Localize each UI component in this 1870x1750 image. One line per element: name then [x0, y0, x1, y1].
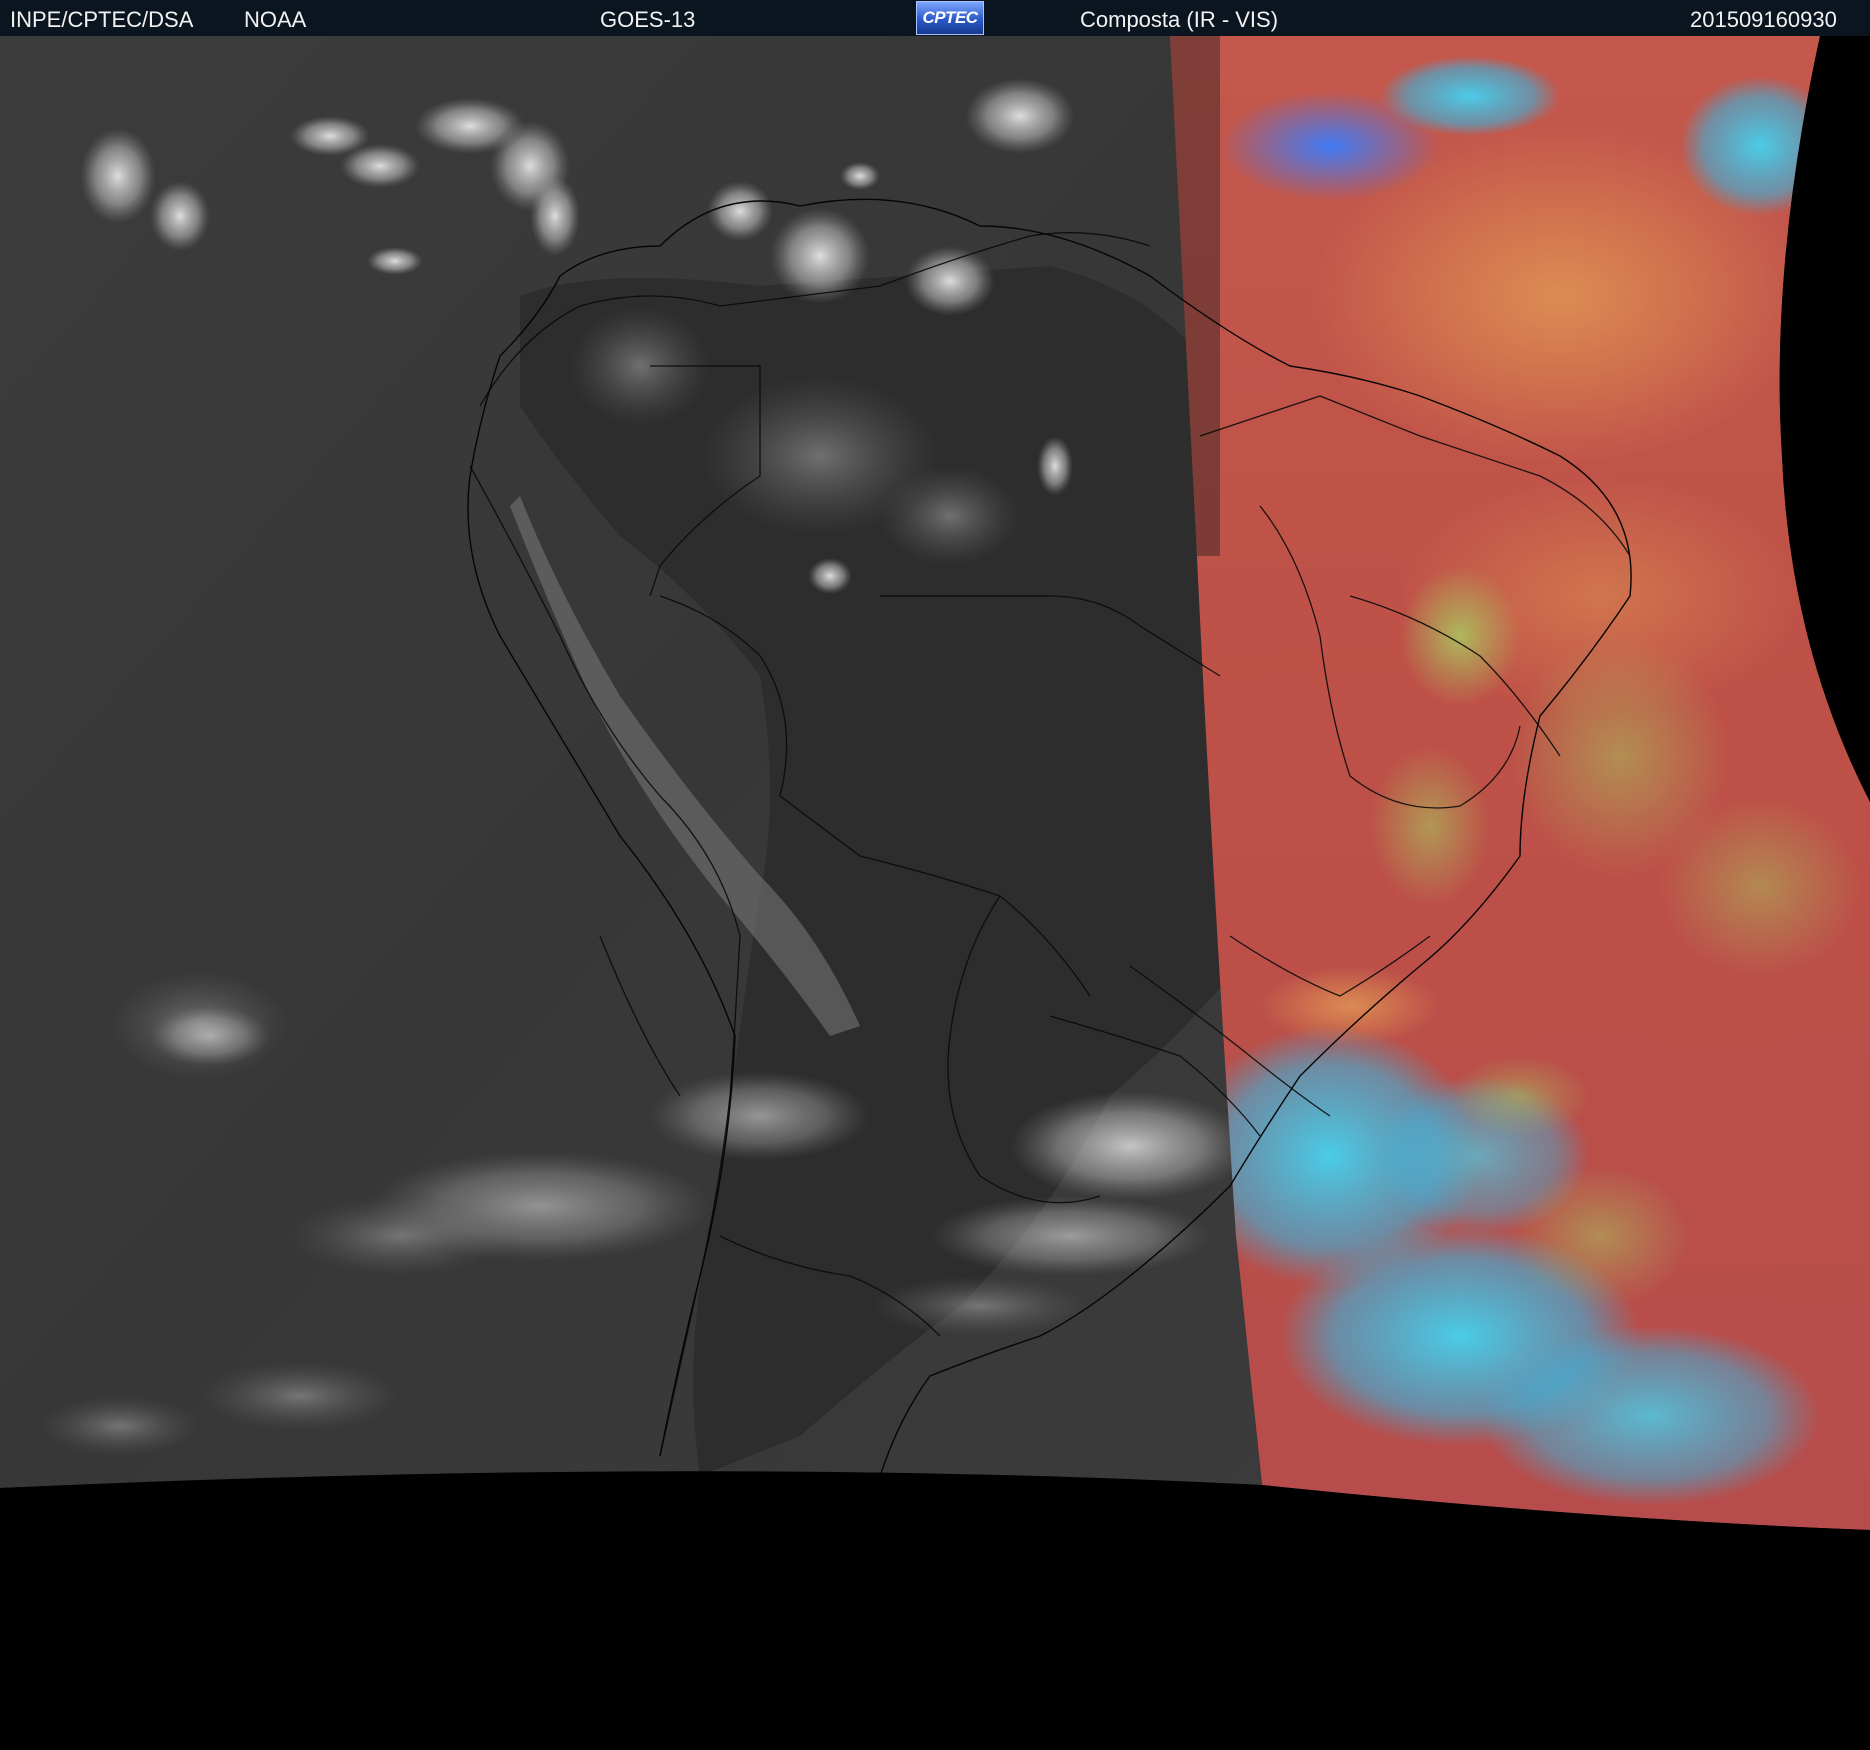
satellite-label: GOES-13 [600, 7, 696, 32]
source-label: INPE/CPTEC/DSA [10, 7, 194, 32]
vis-region [1170, 36, 1870, 1530]
agency-label: NOAA [244, 7, 307, 32]
product-label: Composta (IR - VIS) [1080, 7, 1279, 32]
cptec-logo: CPTEC [916, 1, 984, 35]
ir-region [0, 36, 1262, 1488]
timestamp-label: 201509160930 [1690, 7, 1837, 32]
logo-text: CPTEC [922, 8, 978, 27]
header-bar: INPE/CPTEC/DSA NOAA GOES-13 CPTEC Compos… [0, 0, 1870, 36]
satellite-image [0, 36, 1870, 1750]
